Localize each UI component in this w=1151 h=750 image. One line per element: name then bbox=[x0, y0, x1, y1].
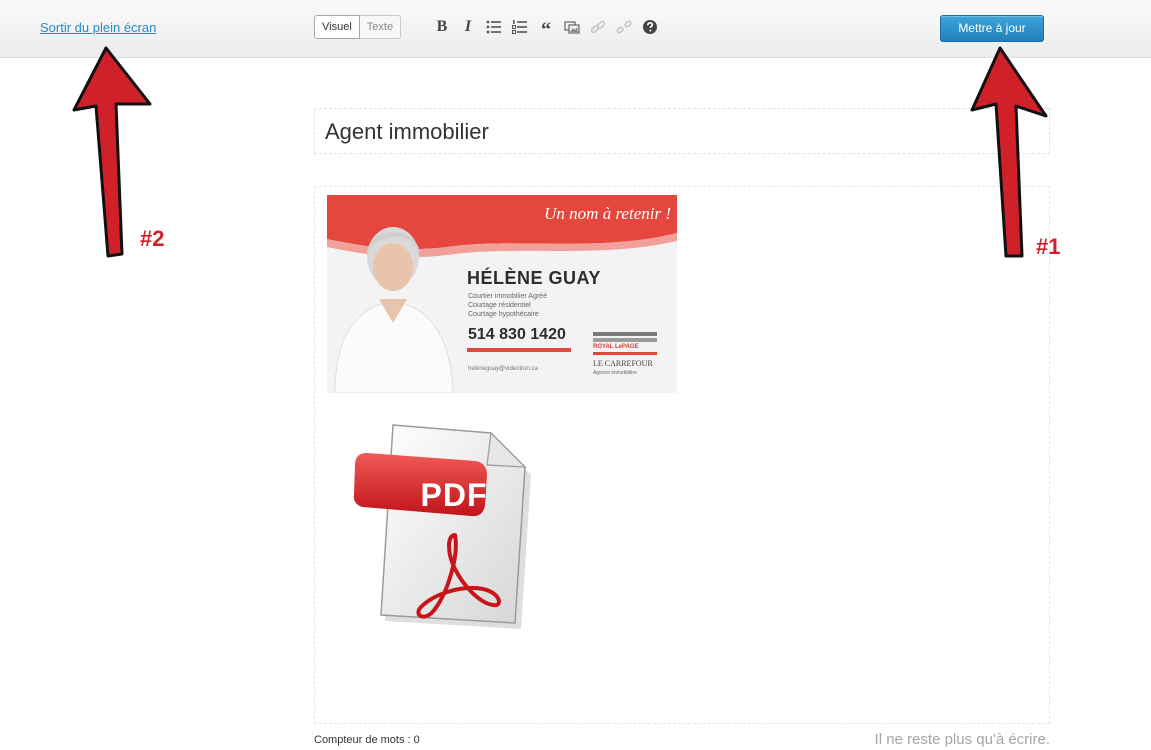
bullet-list-button[interactable] bbox=[482, 15, 506, 39]
post-title-input[interactable]: Agent immobilier bbox=[314, 108, 1050, 154]
annotation-label-2: #2 bbox=[140, 226, 165, 251]
card-role: Courtage hypothécaire bbox=[468, 311, 539, 318]
add-media-button[interactable] bbox=[560, 15, 584, 39]
unlink-icon bbox=[616, 20, 632, 34]
italic-button[interactable]: I bbox=[456, 15, 480, 39]
card-name: HÉLÈNE GUAY bbox=[467, 268, 601, 288]
insert-link-button[interactable] bbox=[586, 15, 610, 39]
tab-visual[interactable]: Visuel bbox=[314, 15, 360, 39]
post-content-editor[interactable]: Un nom à retenir ! HÉLÈNE GUAY Courtier … bbox=[314, 186, 1050, 724]
card-role: Courtier immobilier Agréé bbox=[468, 293, 547, 300]
card-email: heleneguay@videotron.ca bbox=[468, 366, 538, 372]
exit-fullscreen-link[interactable]: Sortir du plein écran bbox=[40, 20, 156, 35]
word-count: Compteur de mots : 0 bbox=[314, 734, 420, 746]
help-button[interactable] bbox=[638, 15, 662, 39]
tab-text[interactable]: Texte bbox=[359, 15, 402, 39]
card-office: LE CARREFOUR bbox=[593, 359, 653, 368]
card-brand: ROYAL LePAGE bbox=[593, 344, 639, 350]
annotation-label-1: #1 bbox=[1036, 234, 1061, 259]
card-slogan: Un nom à retenir ! bbox=[544, 204, 671, 223]
writing-hint: Il ne reste plus qu'à écrire. bbox=[874, 731, 1050, 748]
bullet-list-icon bbox=[486, 20, 501, 34]
link-icon bbox=[590, 20, 606, 34]
media-icon bbox=[564, 21, 580, 34]
pdf-file-icon[interactable]: PDF bbox=[351, 417, 551, 637]
remove-link-button[interactable] bbox=[612, 15, 636, 39]
numbered-list-button[interactable] bbox=[508, 15, 532, 39]
annotation-arrow-1 bbox=[970, 46, 1048, 258]
help-icon bbox=[643, 20, 657, 34]
pdf-label: PDF bbox=[420, 477, 488, 513]
update-button[interactable]: Mettre à jour bbox=[940, 15, 1044, 42]
card-role: Courtage résidentiel bbox=[468, 302, 531, 309]
formatting-tools: B I “ bbox=[430, 15, 664, 40]
card-phone: 514 830 1420 bbox=[468, 326, 566, 343]
blockquote-button[interactable]: “ bbox=[534, 15, 558, 40]
numbered-list-icon bbox=[512, 20, 527, 34]
business-card-image[interactable]: Un nom à retenir ! HÉLÈNE GUAY Courtier … bbox=[327, 195, 677, 393]
card-agency: Agence immobilière bbox=[593, 370, 637, 376]
bold-button[interactable]: B bbox=[430, 15, 454, 39]
pdf-document-graphic bbox=[353, 424, 531, 629]
editor-mode-tabs: Visuel Texte bbox=[314, 15, 402, 39]
